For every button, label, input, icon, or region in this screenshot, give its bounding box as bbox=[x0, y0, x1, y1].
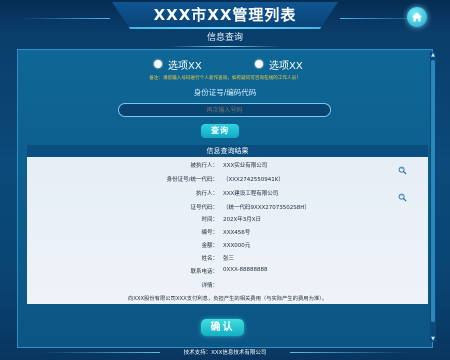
home-icon bbox=[412, 12, 422, 22]
radio-option-1[interactable]: 选项XX bbox=[154, 57, 202, 72]
result-row-label: 时间： bbox=[201, 217, 218, 223]
magnifier-icon[interactable] bbox=[398, 193, 407, 202]
result-row-label: 身份证号/统一代码： bbox=[166, 177, 218, 183]
radio-dot bbox=[255, 60, 263, 68]
result-row-value: （XXX2742550941K） bbox=[223, 177, 284, 183]
id-number-input[interactable] bbox=[118, 103, 331, 117]
result-row-label: 被执行人： bbox=[190, 163, 218, 169]
id-field-label: 身份证号/编码代码 bbox=[193, 88, 257, 97]
result-row-label: 执行人： bbox=[195, 191, 218, 197]
result-row-value: 0XXX-88888888 bbox=[223, 267, 268, 273]
page-title: XXX市XX管理列表 bbox=[153, 6, 297, 24]
scroll-up-arrow[interactable]: ▲ bbox=[430, 52, 436, 58]
result-row-label: 金额： bbox=[201, 243, 218, 249]
title-glow bbox=[130, 27, 320, 29]
scroll-down-arrow[interactable]: ▼ bbox=[430, 336, 436, 342]
result-row: 姓名： 张三 bbox=[27, 254, 428, 264]
confirm-button[interactable]: 确认 bbox=[201, 319, 244, 336]
radio-option-1-label: 选项XX bbox=[168, 60, 202, 72]
query-button[interactable]: 查询 bbox=[201, 124, 239, 138]
result-row-value: 张三 bbox=[223, 256, 235, 262]
header-divider-left bbox=[20, 18, 110, 19]
scrollbar-thumb[interactable] bbox=[431, 60, 435, 322]
result-row: 详情： bbox=[27, 281, 428, 291]
result-row: 被执行人： XXX实业有限公司 bbox=[27, 161, 428, 171]
note-text: 备注：请您输入号码进行个人爱作查询，如有疑问可咨询在线的工作人员！ bbox=[149, 76, 301, 81]
magnifier-icon[interactable] bbox=[398, 166, 407, 175]
result-row-value: XXX建设工程有限公司 bbox=[223, 191, 279, 197]
panel-title: 信息查询 bbox=[206, 33, 243, 43]
result-row-value: XXX000元 bbox=[223, 243, 251, 249]
result-row-value: XXX实业有限公司 bbox=[223, 163, 268, 169]
home-button[interactable] bbox=[407, 7, 427, 27]
results-header: 信息查询结果 bbox=[27, 145, 428, 157]
result-row: 联系电话： 0XXX-88888888 bbox=[27, 267, 428, 277]
result-row: 证号代码： （统一代码9XXX27073502S8H） bbox=[27, 203, 428, 213]
result-row: 身份证号/统一代码： （XXX2742550941K） bbox=[27, 175, 428, 185]
detail-text: 向XXX股份有限公司XXX支付利息，负担产生的相关费用（与实际产生的费用为准）。 bbox=[127, 296, 328, 302]
panel-title-underline bbox=[170, 46, 280, 47]
radio-option-2[interactable]: 选项XX bbox=[255, 57, 303, 72]
result-row: 时间： 202X年3月X日 bbox=[27, 215, 428, 225]
results-table: 被执行人： XXX实业有限公司 身份证号/统一代码： （XXX274255094… bbox=[27, 157, 428, 304]
result-row-label: 姓名： bbox=[201, 256, 218, 262]
radio-selected-dot bbox=[154, 60, 162, 68]
result-row-label: 详情： bbox=[201, 283, 218, 289]
result-row-value: XXX456号 bbox=[223, 230, 251, 236]
result-row: 金额： XXX000元 bbox=[27, 241, 428, 251]
radio-option-2-label: 选项XX bbox=[269, 60, 303, 72]
result-row: 编号： XXX456号 bbox=[27, 228, 428, 238]
result-row-label: 联系电话： bbox=[190, 269, 218, 275]
result-row-value: 202X年3月X日 bbox=[223, 217, 262, 223]
footer-credit: 技术支持：XXX信息技术有限公司 bbox=[183, 350, 267, 356]
result-row-label: 证号代码： bbox=[190, 205, 218, 211]
result-row-value: （统一代码9XXX27073502S8H） bbox=[223, 205, 310, 211]
result-row-label: 编号： bbox=[201, 230, 218, 236]
result-row: 执行人： XXX建设工程有限公司 bbox=[27, 189, 428, 199]
